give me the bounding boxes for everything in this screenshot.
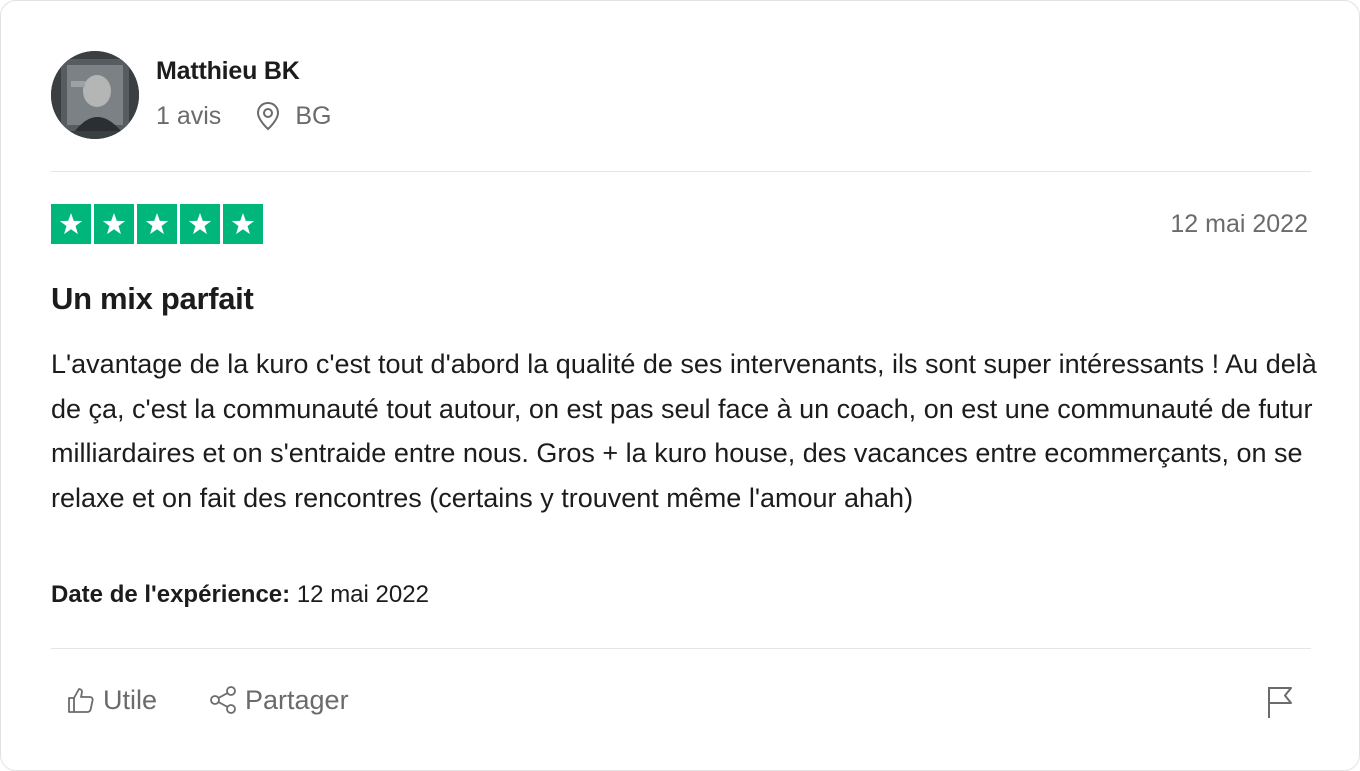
share-icon <box>207 684 239 716</box>
avatar[interactable] <box>51 51 139 139</box>
star-icon <box>51 204 91 244</box>
reviewer-country: BG <box>295 101 332 130</box>
review-count: 1 avis <box>156 101 222 130</box>
flag-icon[interactable] <box>1265 685 1295 724</box>
footer-divider <box>51 648 1311 649</box>
useful-label: Utile <box>103 684 158 715</box>
experience-label: Date de l'expérience: <box>51 581 291 608</box>
review-body: L'avantage de la kuro c'est tout d'abord… <box>51 349 1317 513</box>
experience-date: Date de l'expérience: 12 mai 2022 <box>51 581 429 609</box>
thumbs-up-icon <box>65 684 97 716</box>
star-icon <box>223 204 263 244</box>
review-title[interactable]: Un mix parfait <box>51 281 254 317</box>
location-pin-icon <box>255 101 281 131</box>
reviewer-meta: 1 avis BG <box>156 101 331 131</box>
review-card: Matthieu BK 1 avis BG 12 mai 2022 Un mix… <box>0 0 1360 771</box>
star-icon <box>94 204 134 244</box>
useful-button[interactable]: Utile <box>65 684 157 716</box>
share-label: Partager <box>245 684 349 715</box>
experience-value: 12 mai 2022 <box>296 581 429 608</box>
star-icon <box>180 204 220 244</box>
star-rating <box>51 204 263 244</box>
star-icon <box>137 204 177 244</box>
review-date: 12 mai 2022 <box>1170 210 1308 238</box>
reviewer-name[interactable]: Matthieu BK <box>156 57 300 86</box>
share-button[interactable]: Partager <box>207 684 349 716</box>
header-divider <box>51 171 1311 172</box>
